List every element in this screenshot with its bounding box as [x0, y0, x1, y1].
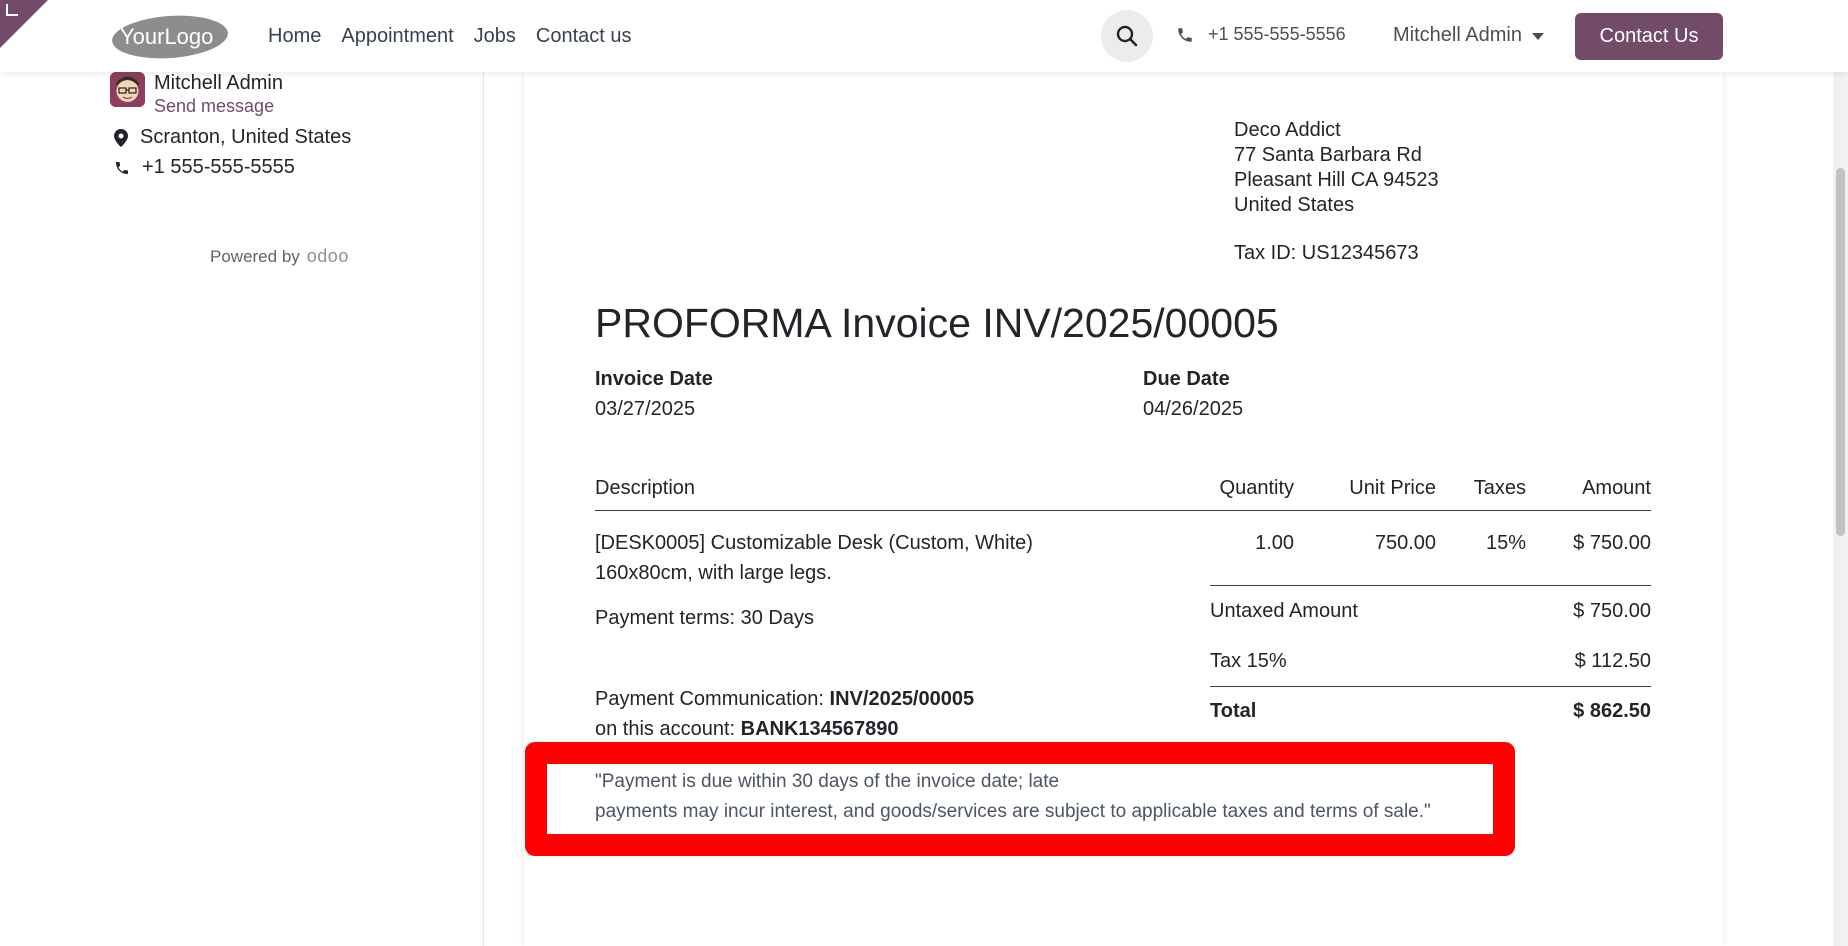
total-value: $ 862.50	[1573, 700, 1651, 722]
contact-us-button[interactable]: Contact Us	[1575, 13, 1723, 60]
sidebar-phone: +1 555-555-5555	[114, 156, 295, 179]
col-quantity: Quantity	[1154, 463, 1294, 511]
invoice-title: PROFORMA Invoice INV/2025/00005	[595, 300, 1279, 346]
invoice-date-label: Invoice Date	[595, 368, 713, 390]
col-taxes: Taxes	[1436, 463, 1526, 511]
line-unit-price: 750.00	[1374, 532, 1436, 554]
sidebar-location: Scranton, United States	[114, 126, 351, 149]
line-amount: $ 750.00	[1573, 532, 1651, 554]
tax-value: $ 112.50	[1574, 649, 1651, 672]
scrollbar-thumb[interactable]	[1836, 168, 1845, 536]
total-label: Total	[1210, 700, 1257, 722]
nav-home[interactable]: Home	[258, 24, 331, 48]
payment-comm-value: INV/2025/00005	[829, 688, 975, 710]
untaxed-row: Untaxed Amount $ 750.00	[1210, 585, 1651, 636]
send-message-link[interactable]: Send message	[154, 96, 274, 117]
customer-country: United States	[1234, 194, 1355, 216]
tax-row: Tax 15% $ 112.50	[1210, 636, 1651, 686]
line-quantity: 1.00	[1255, 532, 1294, 554]
payment-comm-label: Payment Communication:	[595, 688, 824, 710]
line-description-main: [DESK0005] Customizable Desk (Custom, Wh…	[595, 532, 1033, 554]
customer-street: 77 Santa Barbara Rd	[1234, 144, 1422, 166]
map-pin-icon	[114, 128, 128, 147]
sidebar-phone-text: +1 555-555-5555	[142, 156, 295, 178]
invoice-lines-table: Description Quantity Unit Price Taxes Am…	[595, 463, 1651, 588]
account-label: on this account:	[595, 718, 736, 740]
powered-by-label: Powered by	[210, 246, 300, 266]
table-row: [DESK0005] Customizable Desk (Custom, Wh…	[595, 511, 1651, 589]
payment-note-line-2: payments may incur interest, and goods/s…	[595, 801, 1431, 822]
avatar	[110, 72, 145, 107]
phone-icon	[116, 161, 128, 174]
invoice-document: Deco Addict 77 Santa Barbara Rd Pleasant…	[524, 72, 1723, 946]
untaxed-label: Untaxed Amount	[1210, 599, 1358, 622]
user-menu[interactable]: Mitchell Admin	[1393, 24, 1544, 47]
powered-by: Powered by odoo	[210, 246, 349, 267]
customer-tax-id: Tax ID: US12345673	[1234, 242, 1419, 264]
invoice-date-value: 03/27/2025	[595, 398, 696, 420]
search-icon	[1116, 25, 1138, 47]
tax-label: Tax 15%	[1210, 649, 1287, 672]
odoo-logo[interactable]: odoo	[307, 246, 349, 267]
totals-block: Untaxed Amount $ 750.00 Tax 15% $ 112.50…	[1210, 585, 1651, 736]
sidebar: Mitchell Admin Send message Scranton, Un…	[0, 72, 484, 946]
customer-name: Deco Addict	[1234, 119, 1341, 141]
account-value: BANK134567890	[740, 718, 899, 740]
nav-jobs[interactable]: Jobs	[464, 24, 526, 48]
main-nav: Home Appointment Jobs Contact us	[258, 24, 642, 48]
header-phone[interactable]: +1 555-555-5556	[1176, 24, 1346, 45]
line-description: [DESK0005] Customizable Desk (Custom, Wh…	[595, 511, 1154, 589]
nav-contact-us[interactable]: Contact us	[526, 24, 642, 48]
nav-appointment[interactable]: Appointment	[331, 24, 463, 48]
phone-icon	[1178, 27, 1192, 42]
page-scrollbar[interactable]	[1833, 0, 1848, 946]
logo[interactable]: YourLogo	[110, 13, 230, 61]
header-phone-number: +1 555-555-5556	[1208, 24, 1346, 44]
sidebar-location-text: Scranton, United States	[140, 126, 352, 148]
payment-note-line-1: "Payment is due within 30 days of the in…	[595, 771, 1060, 792]
payment-terms: Payment terms: 30 Days	[595, 607, 814, 629]
avatar-image	[110, 72, 145, 107]
table-header-row: Description Quantity Unit Price Taxes Am…	[595, 463, 1651, 511]
line-taxes: 15%	[1485, 532, 1526, 554]
customer-city: Pleasant Hill CA 94523	[1234, 169, 1439, 191]
line-description-detail: 160x80cm, with large legs.	[595, 562, 832, 584]
total-row: Total $ 862.50	[1210, 686, 1651, 736]
due-date-value: 04/26/2025	[1143, 398, 1244, 420]
search-button[interactable]	[1101, 10, 1153, 62]
chevron-down-icon	[1531, 33, 1544, 40]
sidebar-user-name: Mitchell Admin	[154, 72, 283, 94]
collapse-corner-icon[interactable]	[6, 4, 18, 16]
svg-text:YourLogo: YourLogo	[120, 24, 213, 49]
untaxed-value: $ 750.00	[1573, 599, 1651, 622]
user-menu-label: Mitchell Admin	[1393, 24, 1522, 46]
payment-note: "Payment is due within 30 days of the in…	[595, 767, 1455, 827]
due-date-label: Due Date	[1143, 368, 1230, 390]
col-amount: Amount	[1526, 463, 1651, 511]
col-unit-price: Unit Price	[1294, 463, 1436, 511]
payment-communication: Payment Communication: INV/2025/00005 on…	[595, 684, 974, 744]
col-description: Description	[595, 463, 1154, 511]
site-header: YourLogo Home Appointment Jobs Contact u…	[0, 0, 1848, 72]
customer-address: Deco Addict 77 Santa Barbara Rd Pleasant…	[1234, 118, 1439, 266]
